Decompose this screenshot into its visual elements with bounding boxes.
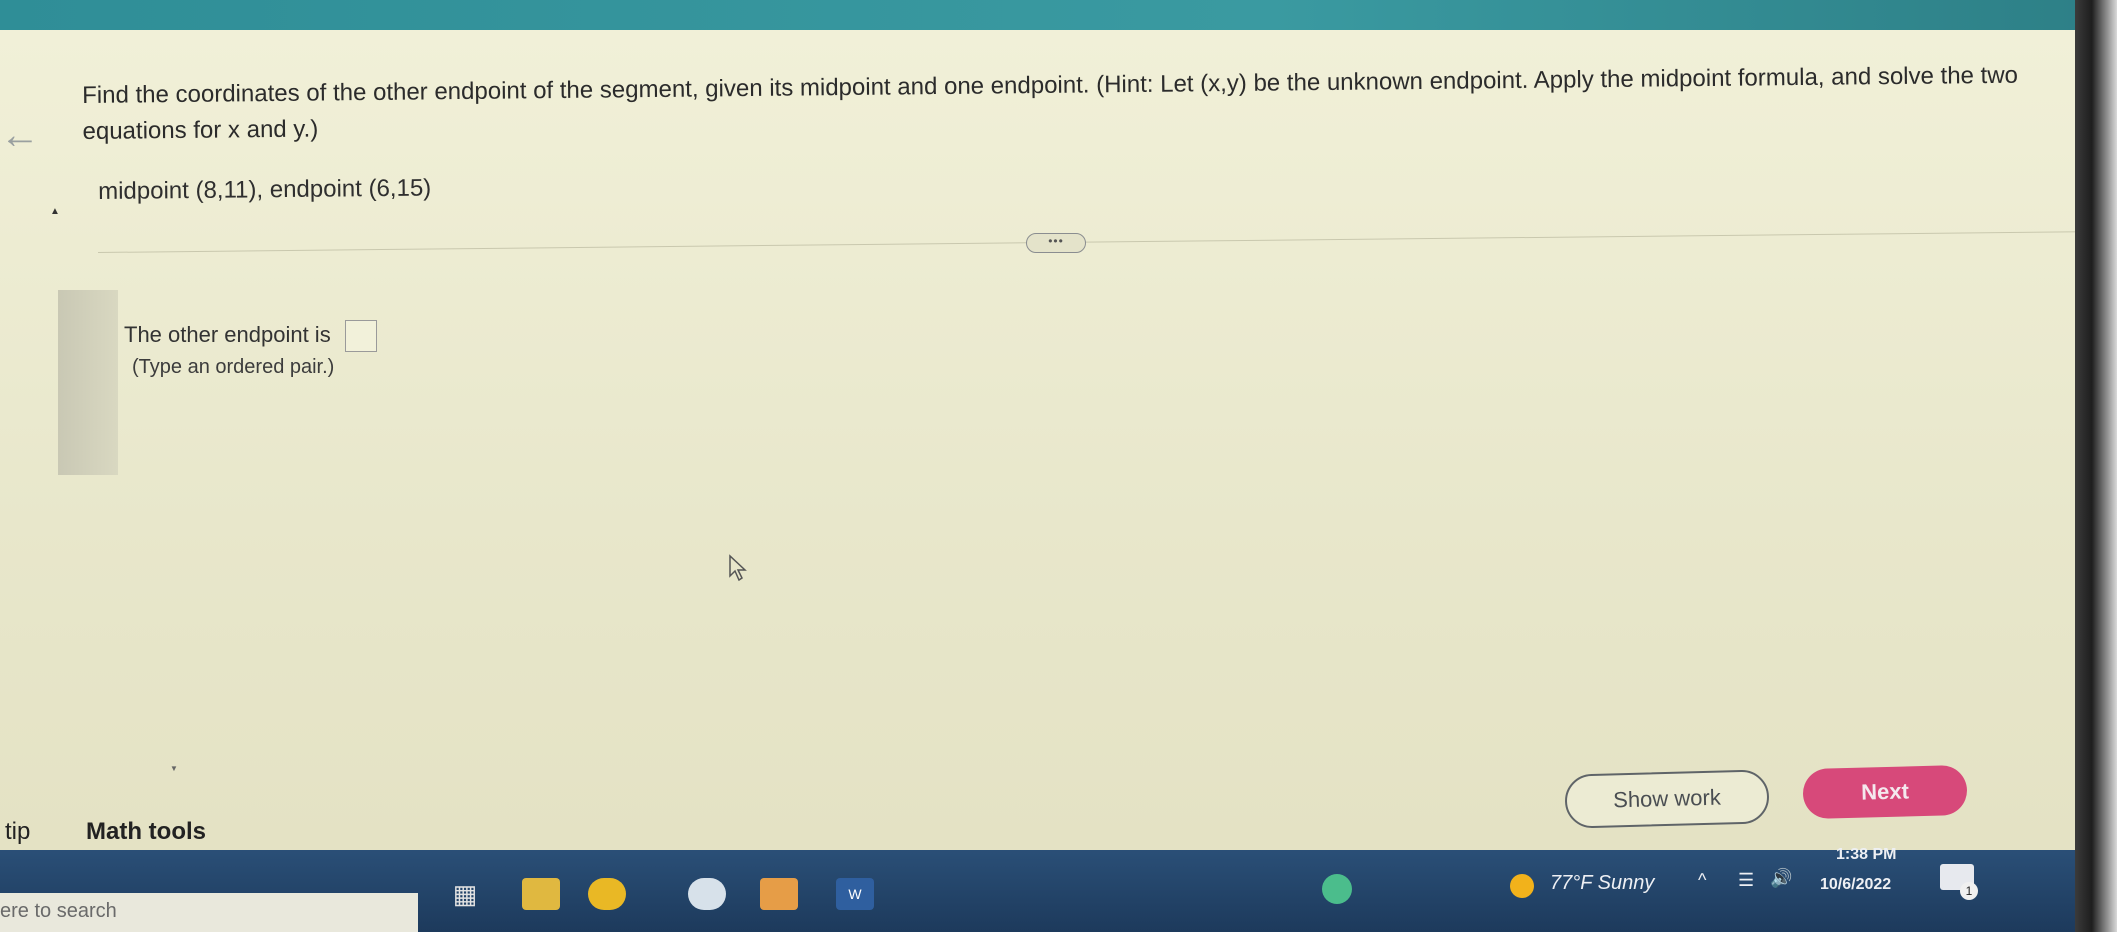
word-icon[interactable]: W xyxy=(836,878,874,910)
mouse-cursor-icon xyxy=(729,554,747,582)
taskbar-app-icon[interactable] xyxy=(688,878,726,910)
clock-time[interactable]: 1:38 PM xyxy=(1836,846,1896,864)
given-values: midpoint (8,11), endpoint (6,15) xyxy=(98,174,432,205)
volume-icon[interactable]: 🔊 xyxy=(1770,868,1792,889)
edge-browser-icon[interactable] xyxy=(1322,874,1352,904)
small-dropdown-indicator-icon: ▼ xyxy=(170,764,178,773)
back-arrow-icon[interactable]: ← xyxy=(0,115,40,155)
answer-prompt: The other endpoint is xyxy=(124,320,377,352)
show-work-button[interactable]: Show work xyxy=(1564,769,1770,829)
sun-weather-icon[interactable] xyxy=(1510,874,1534,898)
taskbar-search-placeholder[interactable]: ere to search xyxy=(0,900,117,923)
file-explorer-icon[interactable] xyxy=(522,878,560,910)
network-icon[interactable]: ☰ xyxy=(1738,870,1754,891)
chrome-icon[interactable] xyxy=(588,878,626,910)
tip-label[interactable]: tip xyxy=(5,818,30,846)
taskbar-app-icon-2[interactable] xyxy=(760,878,798,910)
notification-badge: 1 xyxy=(1960,882,1978,900)
clock-date[interactable]: 10/6/2022 xyxy=(1820,876,1891,894)
answer-label: The other endpoint is xyxy=(124,321,331,347)
tray-chevron-up-icon[interactable]: ^ xyxy=(1698,870,1706,891)
math-tools-button[interactable]: Math tools xyxy=(86,818,206,846)
answer-input[interactable] xyxy=(344,320,377,352)
answer-hint: (Type an ordered pair.) xyxy=(132,356,335,378)
expand-more-button[interactable]: ••• xyxy=(1026,233,1086,253)
next-button[interactable]: Next xyxy=(1802,764,1968,820)
collapse-caret-icon[interactable]: ▲ xyxy=(50,206,60,217)
answer-section-bar xyxy=(58,290,118,475)
task-view-icon[interactable]: ▦ xyxy=(446,878,484,910)
question-page xyxy=(0,30,2117,850)
weather-widget[interactable]: 77°F Sunny xyxy=(1550,872,1654,895)
screen-bezel-edge xyxy=(2075,0,2117,932)
